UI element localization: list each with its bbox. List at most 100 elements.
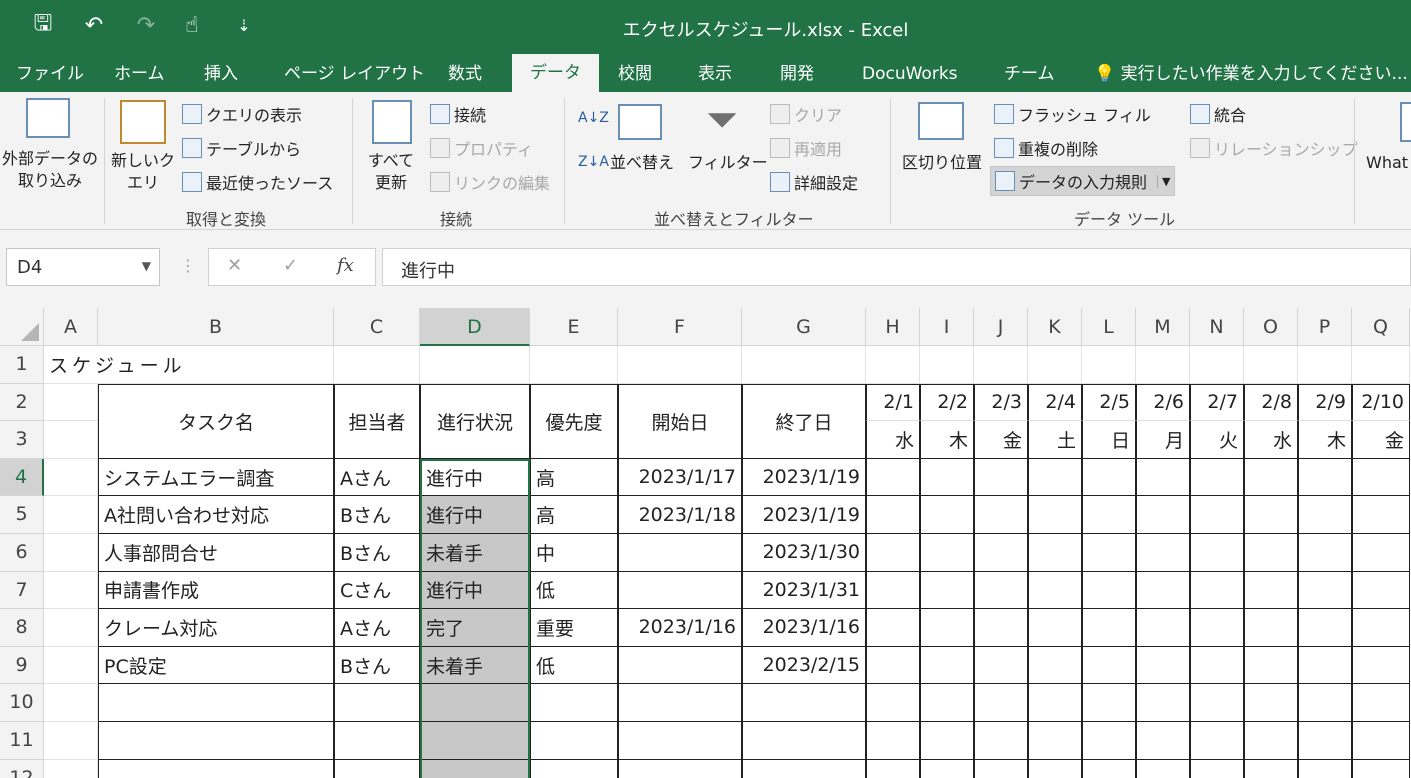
cell[interactable] (1190, 684, 1244, 722)
relationships-button[interactable]: リレーションシップ (1190, 136, 1358, 160)
text-to-columns-button[interactable]: 区切り位置 (896, 152, 988, 174)
cell[interactable] (742, 684, 866, 722)
cell[interactable] (920, 684, 974, 722)
cell-priority[interactable]: 低 (530, 646, 618, 685)
cell[interactable] (44, 383, 98, 422)
cell[interactable] (920, 534, 974, 572)
column-header-k[interactable]: K (1028, 308, 1082, 346)
filter-button[interactable]: フィルター (688, 152, 768, 174)
weekday-header[interactable]: 水 (1244, 421, 1298, 459)
cell[interactable] (742, 346, 866, 384)
cell[interactable] (1190, 646, 1244, 685)
cell[interactable] (1136, 684, 1190, 722)
recent-sources-button[interactable]: 最近使ったソース (182, 170, 333, 194)
column-header-n[interactable]: N (1190, 308, 1244, 346)
cell[interactable] (420, 722, 530, 760)
cell[interactable] (1190, 609, 1244, 647)
show-queries-button[interactable]: クエリの表示 (182, 102, 302, 126)
cell[interactable] (1190, 722, 1244, 760)
cell[interactable] (866, 684, 920, 722)
cell-priority[interactable]: 重要 (530, 609, 618, 647)
cell[interactable] (974, 534, 1028, 572)
cell[interactable] (1244, 496, 1298, 534)
cell[interactable] (1028, 722, 1082, 760)
from-table-button[interactable]: テーブルから (182, 136, 301, 160)
cell[interactable] (920, 496, 974, 534)
date-header[interactable]: 2/4 (1028, 383, 1082, 422)
tab-view[interactable]: 表示 (694, 56, 736, 92)
cell-priority[interactable]: 中 (530, 534, 618, 572)
data-validation-button[interactable]: データの入力規則 ▼ (990, 166, 1176, 196)
select-all-corner[interactable] (0, 308, 44, 346)
cell[interactable] (974, 646, 1028, 685)
column-header-e[interactable]: E (530, 308, 618, 346)
tab-review[interactable]: 校閲 (614, 56, 656, 92)
column-header-l[interactable]: L (1082, 308, 1136, 346)
consolidate-button[interactable]: 統合 (1190, 102, 1246, 126)
cell[interactable] (44, 458, 98, 497)
cell[interactable] (1190, 571, 1244, 610)
weekday-header[interactable]: 金 (974, 421, 1028, 459)
cell-priority[interactable]: 高 (530, 458, 618, 497)
cell[interactable] (1082, 496, 1136, 534)
cell[interactable] (742, 722, 866, 760)
row-header-12[interactable]: 12 (0, 759, 44, 778)
cell[interactable] (618, 722, 742, 760)
tab-formulas[interactable]: 数式 (444, 56, 486, 92)
cell[interactable] (1136, 646, 1190, 685)
cell[interactable] (866, 458, 920, 497)
cell-end[interactable]: 2023/1/16 (742, 609, 866, 647)
cell[interactable] (420, 759, 530, 778)
cell[interactable] (1190, 458, 1244, 497)
cell[interactable] (1082, 346, 1136, 384)
cell[interactable] (920, 458, 974, 497)
cell[interactable] (1352, 722, 1410, 760)
cell[interactable] (1244, 458, 1298, 497)
cell-end[interactable]: 2023/1/19 (742, 458, 866, 497)
cell[interactable] (1082, 609, 1136, 647)
column-header-g[interactable]: G (742, 308, 866, 346)
cell-status[interactable]: 進行中 (420, 571, 530, 610)
cell-status[interactable]: 完了 (420, 609, 530, 647)
column-header-d[interactable]: D (420, 308, 530, 346)
header-start[interactable]: 開始日 (618, 383, 742, 459)
tell-me-box[interactable]: 💡 実行したい作業を入力してください... (1094, 56, 1408, 92)
cell[interactable] (1298, 609, 1352, 647)
cell[interactable] (44, 534, 98, 572)
header-owner[interactable]: 担当者 (334, 383, 420, 459)
cell[interactable] (1244, 571, 1298, 610)
cell[interactable] (420, 346, 530, 384)
cell-start[interactable]: 2023/1/18 (618, 496, 742, 534)
cell[interactable] (974, 684, 1028, 722)
date-header[interactable]: 2/3 (974, 383, 1028, 422)
cell[interactable] (1028, 458, 1082, 497)
cell[interactable] (1352, 534, 1410, 572)
cell[interactable] (1136, 534, 1190, 572)
enter-icon[interactable]: ✓ (283, 255, 298, 276)
cell[interactable] (974, 759, 1028, 778)
cell[interactable] (334, 722, 420, 760)
cell[interactable] (1352, 458, 1410, 497)
row-header-7[interactable]: 7 (0, 571, 44, 610)
date-header[interactable]: 2/6 (1136, 383, 1190, 422)
header-end[interactable]: 終了日 (742, 383, 866, 459)
sheet-title[interactable]: スケジュール (44, 346, 244, 384)
cell[interactable] (1244, 646, 1298, 685)
cell-end[interactable]: 2023/1/31 (742, 571, 866, 610)
cell[interactable] (44, 571, 98, 610)
tab-page-layout[interactable]: ページ レイアウト (280, 56, 429, 92)
column-header-m[interactable]: M (1136, 308, 1190, 346)
cell-owner[interactable]: Bさん (334, 496, 420, 534)
cell[interactable] (1244, 609, 1298, 647)
cell[interactable] (1244, 759, 1298, 778)
column-header-h[interactable]: H (866, 308, 920, 346)
row-header-9[interactable]: 9 (0, 646, 44, 685)
date-header[interactable]: 2/7 (1190, 383, 1244, 422)
cell[interactable] (1136, 496, 1190, 534)
get-external-data-button[interactable]: 外部データの 取り込み (0, 148, 100, 192)
cell[interactable] (1082, 571, 1136, 610)
cell[interactable] (98, 722, 334, 760)
cell[interactable] (866, 346, 920, 384)
tab-file[interactable]: ファイル (12, 56, 88, 92)
cell-start[interactable]: 2023/1/17 (618, 458, 742, 497)
